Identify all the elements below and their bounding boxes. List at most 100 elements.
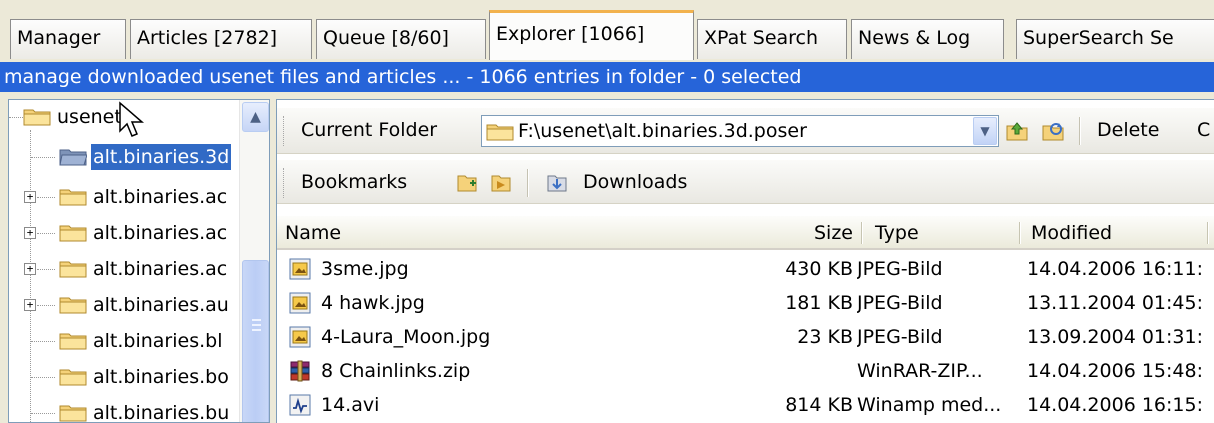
tab-xpat-search[interactable]: XPat Search: [697, 19, 847, 59]
tab-bar: Manager Articles [2782] Queue [8/60] Exp…: [0, 0, 1214, 62]
file-type: WinRAR-ZIP...: [857, 360, 983, 382]
file-modified: 14.04.2006 15:48:: [1027, 360, 1203, 382]
expand-plus-icon[interactable]: +: [24, 227, 36, 239]
tree-guide-line: [37, 269, 55, 270]
folder-refresh-icon[interactable]: [1041, 119, 1065, 143]
tab-news-log[interactable]: News & Log: [851, 19, 1004, 59]
expand-plus-icon[interactable]: +: [24, 191, 36, 203]
toolbar-separator: [527, 169, 529, 197]
file-type: Winamp med...: [857, 394, 1002, 416]
column-header-size[interactable]: Size: [797, 216, 857, 250]
tree-label: alt.binaries.3d: [91, 144, 232, 170]
jpeg-file-icon: [289, 258, 311, 280]
tree-item[interactable]: alt.binaries.3d: [9, 142, 239, 172]
file-modified: 14.04.2006 16:11:: [1027, 258, 1203, 280]
column-header-type[interactable]: Type: [867, 216, 927, 250]
file-modified: 13.11.2004 01:45:: [1027, 292, 1203, 314]
cut-button[interactable]: C: [1197, 115, 1210, 145]
tab-articles[interactable]: Articles [2782]: [130, 19, 312, 59]
file-size: 430 KB: [785, 258, 853, 280]
tree-item[interactable]: + alt.binaries.ac: [9, 182, 239, 212]
file-explorer-pane: Current Folder F:\usenet\alt.binaries.3d…: [276, 99, 1214, 423]
folder-up-icon[interactable]: [1005, 119, 1029, 143]
file-modified: 14.04.2006 16:15:: [1027, 394, 1203, 416]
current-folder-label: Current Folder: [301, 119, 438, 141]
column-separator[interactable]: [1207, 222, 1209, 244]
table-row[interactable]: 3sme.jpg 430 KB JPEG-Bild 14.04.2006 16:…: [277, 252, 1214, 286]
grip-icon: [252, 319, 261, 331]
folder-icon: [59, 369, 87, 386]
organize-bookmarks-icon[interactable]: [489, 171, 513, 195]
tab-queue[interactable]: Queue [8/60]: [316, 19, 486, 59]
file-size: 23 KB: [797, 326, 853, 348]
toolbar-grip[interactable]: [283, 168, 286, 198]
table-row[interactable]: 4 hawk.jpg 181 KB JPEG-Bild 13.11.2004 0…: [277, 286, 1214, 320]
column-header-name[interactable]: Name: [277, 216, 349, 250]
file-size: 181 KB: [785, 292, 853, 314]
tree-guide-line: [31, 377, 55, 378]
toolbar-grip[interactable]: [283, 116, 286, 146]
column-separator[interactable]: [1019, 222, 1021, 244]
tab-manager[interactable]: Manager: [10, 19, 126, 59]
tree-label: alt.binaries.ac: [93, 186, 228, 208]
tree-item[interactable]: + alt.binaries.ac: [9, 218, 239, 248]
folder-icon: [486, 124, 514, 141]
tree-guide-line: [31, 157, 55, 158]
table-row[interactable]: 14.avi 814 KB Winamp med... 14.04.2006 1…: [277, 388, 1214, 422]
tree-label: alt.binaries.ac: [93, 258, 228, 280]
tree-item[interactable]: alt.binaries.bo: [9, 362, 239, 392]
tree-guide-line: [37, 197, 55, 198]
winrar-archive-icon: [290, 360, 310, 382]
tab-label: Manager: [17, 27, 101, 49]
current-folder-combo[interactable]: F:\usenet\alt.binaries.3d.poser ▼: [481, 115, 999, 147]
add-bookmark-icon[interactable]: [455, 171, 479, 195]
column-header-modified[interactable]: Modified: [1023, 216, 1120, 250]
folder-icon: [59, 333, 87, 350]
tree-item[interactable]: alt.binaries.bu: [9, 398, 239, 422]
file-list-header: Name Size Type Modified: [277, 216, 1214, 250]
folder-icon: [23, 109, 51, 126]
tab-label: SuperSearch Se: [1023, 27, 1174, 49]
scroll-up-button[interactable]: ▲: [242, 102, 269, 132]
tree-guide-line: [37, 305, 55, 306]
tree-scrollbar[interactable]: ▲: [239, 100, 269, 422]
file-name: 8 Chainlinks.zip: [321, 360, 471, 382]
delete-button[interactable]: Delete: [1097, 115, 1159, 145]
downloads-folder-icon: [547, 175, 567, 192]
folder-icon: [59, 261, 87, 278]
bookmarks-toolbar: Bookmarks Downloads: [277, 160, 1214, 204]
tree-item[interactable]: + alt.binaries.ac: [9, 254, 239, 284]
scroll-thumb[interactable]: [242, 260, 269, 422]
tab-supersearch[interactable]: SuperSearch Se: [1016, 19, 1214, 59]
jpeg-file-icon: [289, 326, 311, 348]
file-name: 14.avi: [321, 394, 380, 416]
expand-plus-icon[interactable]: +: [24, 299, 36, 311]
table-row[interactable]: 8 Chainlinks.zip WinRAR-ZIP... 14.04.200…: [277, 354, 1214, 388]
table-row[interactable]: 4-Laura_Moon.jpg 23 KB JPEG-Bild 13.09.2…: [277, 320, 1214, 354]
tree-guide-line: [31, 341, 55, 342]
folder-icon: [59, 225, 87, 242]
folder-tree[interactable]: usenet alt.binaries.3d + alt.binaries.ac…: [8, 99, 270, 423]
tree-guide-line: [9, 117, 23, 118]
winamp-media-icon: [289, 394, 311, 416]
open-folder-icon: [59, 149, 87, 166]
tree-guide-line: [31, 413, 55, 414]
file-modified: 13.09.2004 01:31:: [1027, 326, 1203, 348]
bookmarks-label: Bookmarks: [301, 171, 408, 193]
file-name: 3sme.jpg: [321, 258, 409, 280]
current-folder-path: F:\usenet\alt.binaries.3d.poser: [518, 120, 807, 142]
chevron-down-icon[interactable]: ▼: [973, 117, 997, 145]
downloads-bookmark[interactable]: Downloads: [583, 167, 687, 197]
expand-plus-icon[interactable]: +: [24, 263, 36, 275]
tree-label: alt.binaries.bo: [93, 366, 229, 388]
tree-item[interactable]: + alt.binaries.au: [9, 290, 239, 320]
file-type: JPEG-Bild: [857, 292, 943, 314]
current-folder-toolbar: Current Folder F:\usenet\alt.binaries.3d…: [277, 108, 1214, 154]
column-separator[interactable]: [861, 222, 863, 244]
file-size: [757, 354, 853, 388]
mouse-cursor-icon: [119, 101, 145, 137]
tab-label: News & Log: [858, 27, 971, 49]
tree-item[interactable]: alt.binaries.bl: [9, 326, 239, 356]
file-type: JPEG-Bild: [857, 326, 943, 348]
tab-explorer[interactable]: Explorer [1066]: [489, 10, 694, 60]
